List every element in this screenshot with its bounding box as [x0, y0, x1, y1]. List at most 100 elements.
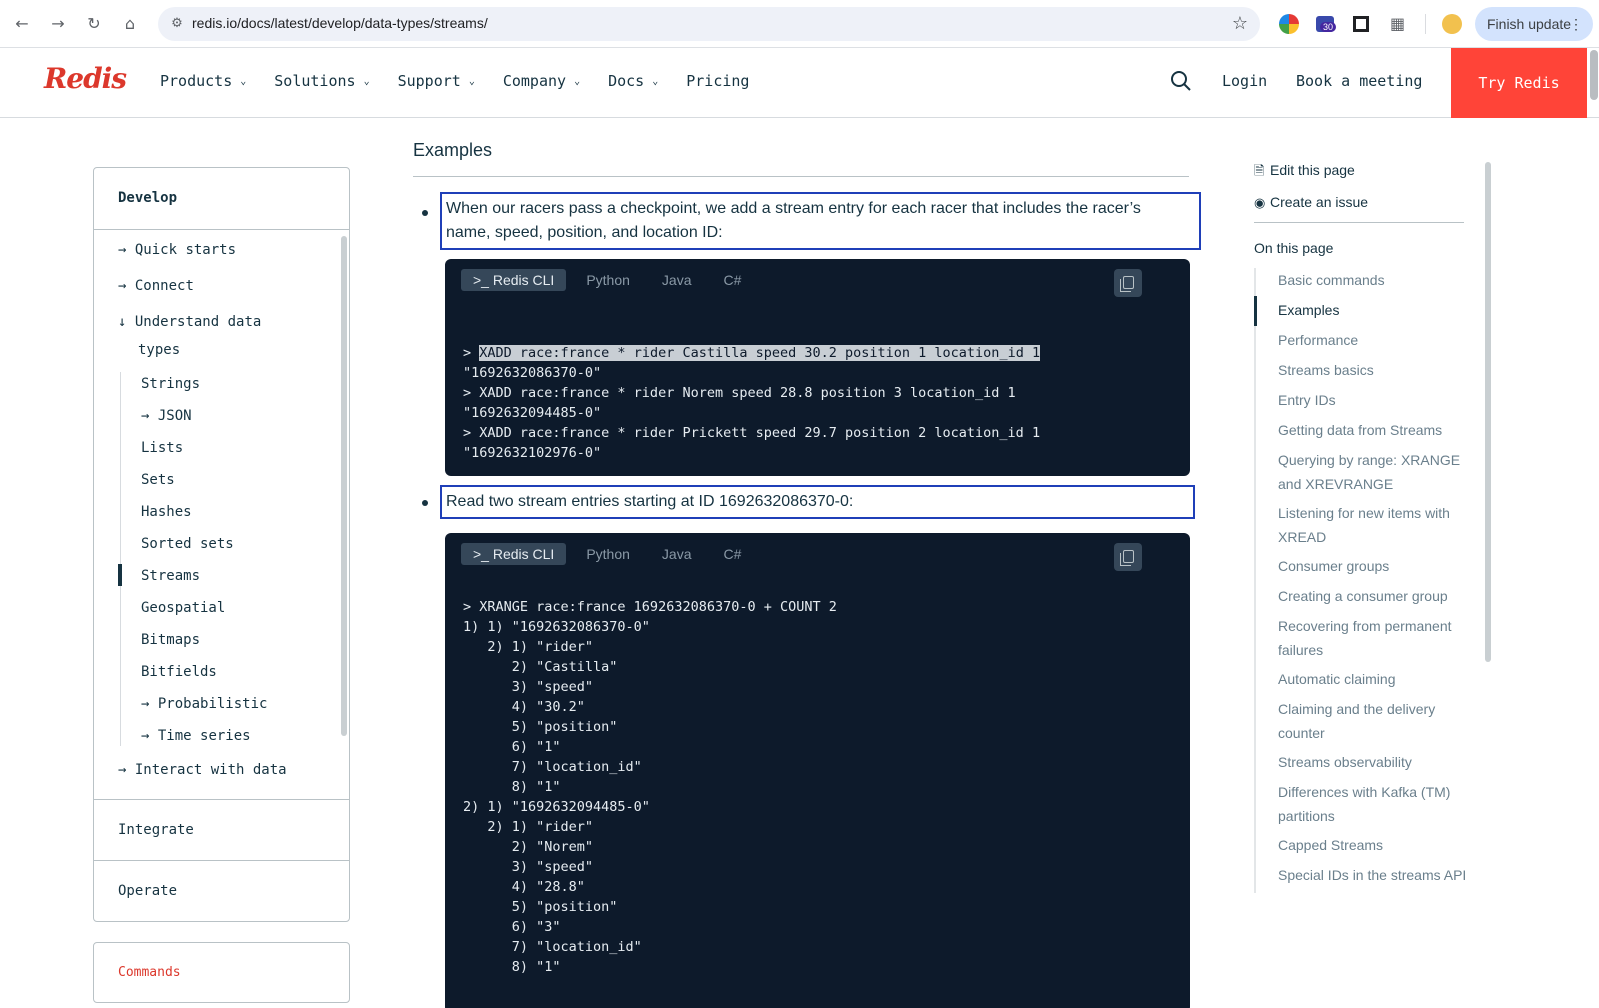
bookmark-star-icon[interactable]: ☆ — [1232, 13, 1248, 34]
toc-item[interactable]: Listening for new items with XREAD — [1278, 501, 1478, 549]
toc-item[interactable]: Basic commands — [1278, 268, 1478, 292]
code-line: 5) "position" — [463, 719, 618, 735]
toc-heading: On this page — [1254, 240, 1334, 256]
finish-update-button[interactable]: Finish update ⋮ — [1475, 7, 1593, 41]
home-icon[interactable]: ⌂ — [118, 12, 142, 36]
sidebar-item-lists[interactable]: Lists — [141, 440, 183, 456]
toc-item[interactable]: Creating a consumer group — [1278, 584, 1478, 608]
nav-products[interactable]: Products ⌄ — [160, 72, 246, 90]
sidebar-item-label: Connect — [134, 278, 194, 294]
toc-item[interactable]: Streams basics — [1278, 358, 1478, 382]
sidebar-item-quick-starts[interactable]: → Quick starts — [118, 242, 236, 258]
copy-icon[interactable] — [1114, 543, 1142, 571]
address-bar[interactable]: ⚙ redis.io/docs/latest/develop/data-type… — [158, 7, 1260, 41]
toc-item[interactable]: Capped Streams — [1278, 833, 1478, 857]
tab-java[interactable]: Java — [650, 543, 704, 565]
sidebar-item-connect[interactable]: → Connect — [118, 278, 194, 294]
color-extension-icon[interactable] — [1279, 14, 1299, 34]
toc-item[interactable]: Special IDs in the streams API — [1278, 863, 1478, 887]
sidebar-item-time-series[interactable]: → Time series — [141, 728, 251, 744]
try-redis-button[interactable]: Try Redis — [1451, 48, 1587, 118]
paragraph-line: Read two stream entries starting at ID 1… — [446, 493, 854, 510]
tab-csharp[interactable]: C# — [712, 269, 754, 291]
code-line: 7) "location_id" — [463, 939, 642, 955]
nav-support[interactable]: Support ⌄ — [398, 72, 475, 90]
toc-item[interactable]: Examples — [1278, 298, 1478, 322]
sidebar-item-hashes[interactable]: Hashes — [141, 504, 192, 520]
sidebar-item-label: Interact with data — [134, 762, 287, 778]
toc-item[interactable]: Differences with Kafka (TM) partitions — [1278, 780, 1478, 828]
sidebar-section-develop[interactable]: Develop — [94, 168, 349, 229]
tab-python[interactable]: Python — [574, 269, 642, 291]
code-text[interactable]: > XADD race:france * rider Castilla spee… — [463, 323, 1041, 476]
commands-link[interactable]: Commands — [93, 942, 350, 1003]
browser-toolbar: ← → ↻ ⌂ ⚙ redis.io/docs/latest/develop/d… — [0, 0, 1599, 48]
toc-item[interactable]: Recovering from permanent failures — [1278, 614, 1478, 662]
sidebar-item-label: JSON — [157, 408, 192, 424]
sidebar-scrollbar[interactable] — [341, 236, 347, 736]
sidebar-item-label: Time series — [157, 728, 251, 744]
sidebar-item-strings[interactable]: Strings — [141, 376, 200, 392]
sidebar-item-sets[interactable]: Sets — [141, 472, 175, 488]
toc-item[interactable]: Claiming and the delivery counter — [1278, 697, 1478, 745]
sidebar-item-bitmaps[interactable]: Bitmaps — [141, 632, 200, 648]
toc-item[interactable]: Entry IDs — [1278, 388, 1478, 412]
sidebar-item-understand-data-types[interactable]: ↓ Understand data — [118, 314, 261, 330]
toc-scrollbar[interactable] — [1485, 162, 1491, 662]
search-icon[interactable] — [1170, 70, 1194, 94]
sidebar-item-streams[interactable]: Streams — [141, 568, 200, 584]
tab-redis-cli[interactable]: >_ Redis CLI — [461, 543, 567, 565]
reload-icon[interactable]: ↻ — [82, 12, 106, 36]
forward-icon[interactable]: → — [46, 12, 70, 36]
sidebar-item-json[interactable]: → JSON — [141, 408, 192, 424]
code-line-selected[interactable]: XADD race:france * rider Castilla speed … — [479, 345, 1041, 361]
back-icon[interactable]: ← — [10, 12, 34, 36]
tab-java[interactable]: Java — [650, 269, 704, 291]
toc-item[interactable]: Performance — [1278, 328, 1478, 352]
edit-page-link[interactable]: 🗎 Edit this page — [1254, 162, 1355, 184]
site-info-icon[interactable]: ⚙ — [168, 15, 186, 33]
paragraph-xadd: When our racers pass a checkpoint, we ad… — [440, 192, 1201, 250]
toc-item[interactable]: Automatic claiming — [1278, 667, 1478, 691]
book-meeting-link[interactable]: Book a meeting — [1296, 72, 1422, 90]
sidebar-item-label-cont[interactable]: types — [138, 342, 180, 358]
tab-csharp[interactable]: C# — [712, 543, 754, 565]
code-block-xrange: >_ Redis CLI Python Java C# > XRANGE rac… — [445, 533, 1190, 1008]
code-line: 4) "30.2" — [463, 699, 585, 715]
create-issue-link[interactable]: ◉ Create an issue — [1254, 194, 1368, 211]
nav-label: Products — [160, 72, 233, 90]
nav-pricing[interactable]: Pricing — [686, 72, 749, 90]
profile-avatar[interactable] — [1442, 14, 1462, 34]
sidebar-item-sorted-sets[interactable]: Sorted sets — [141, 536, 234, 552]
code-text[interactable]: > XRANGE race:france 1692632086370-0 + C… — [463, 597, 837, 977]
arrow-right-icon: → — [118, 242, 127, 258]
sidebar-section-operate[interactable]: Operate — [94, 861, 349, 921]
tab-redis-cli[interactable]: >_ Redis CLI — [461, 269, 567, 291]
login-link[interactable]: Login — [1222, 72, 1267, 90]
toc-item[interactable]: Streams observability — [1278, 750, 1478, 774]
sidebar-item-interact-with-data[interactable]: → Interact with data — [118, 762, 287, 778]
code-line: 1) 1) "1692632086370-0" — [463, 619, 650, 635]
code-line: "1692632086370-0" — [463, 365, 602, 381]
nav-docs[interactable]: Docs ⌄ — [608, 72, 658, 90]
sidebar-item-bitfields[interactable]: Bitfields — [141, 664, 217, 680]
code-tabs: >_ Redis CLI Python Java C# — [461, 269, 761, 291]
toc-item[interactable]: Querying by range: XRANGE and XREVRANGE — [1278, 448, 1478, 496]
nav-company[interactable]: Company ⌄ — [503, 72, 580, 90]
sidebar-section-integrate[interactable]: Integrate — [94, 800, 349, 861]
sidebar-item-geospatial[interactable]: Geospatial — [141, 600, 225, 616]
extensions-puzzle-icon[interactable]: ▦ — [1390, 14, 1410, 34]
redis-logo[interactable]: Redis — [44, 62, 127, 95]
toc-item[interactable]: Consumer groups — [1278, 554, 1478, 578]
url-text[interactable]: redis.io/docs/latest/develop/data-types/… — [192, 15, 488, 31]
edit-page-label: Edit this page — [1270, 162, 1355, 178]
page-scrollbar[interactable] — [1590, 50, 1598, 100]
toc-item[interactable]: Getting data from Streams — [1278, 418, 1478, 442]
code-line: 6) "1" — [463, 739, 561, 755]
copy-icon[interactable] — [1114, 269, 1142, 297]
nav-solutions[interactable]: Solutions ⌄ — [274, 72, 369, 90]
sidebar-item-probabilistic[interactable]: → Probabilistic — [141, 696, 267, 712]
tab-python[interactable]: Python — [574, 543, 642, 565]
qr-extension-icon[interactable] — [1353, 16, 1369, 32]
list-bullet — [422, 500, 428, 506]
